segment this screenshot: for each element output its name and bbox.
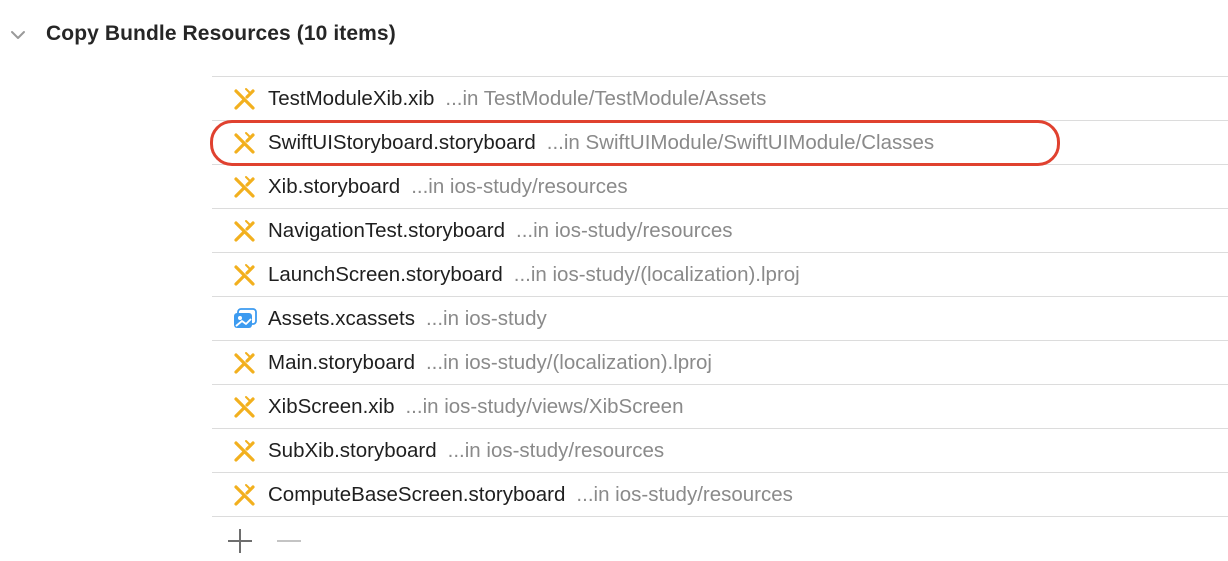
file-text: NavigationTest.storyboard ...in ios-study…	[268, 209, 733, 252]
file-name: Assets.xcassets	[268, 306, 415, 330]
file-path: ...in ios-study/(localization).lproj	[425, 350, 712, 374]
file-path: ...in TestModule/TestModule/Assets	[445, 86, 767, 110]
file-text: SubXib.storyboard ...in ios-study/resourc…	[268, 429, 664, 472]
file-text: Xib.storyboard ...in ios-study/resources	[268, 165, 628, 208]
interface-builder-icon	[232, 483, 258, 507]
file-name: NavigationTest.storyboard	[268, 218, 506, 242]
file-row[interactable]: ComputeBaseScreen.storyboard ...in ios-st…	[212, 473, 1228, 517]
file-name: SwiftUIStoryboard.storyboard	[268, 130, 536, 154]
file-text: XibScreen.xib ...in ios-study/views/XibSc…	[268, 385, 684, 428]
asset-catalog-icon	[232, 307, 258, 331]
file-text: Assets.xcassets ...in ios-study	[268, 297, 547, 340]
file-path: ...in ios-study/(localization).lproj	[513, 262, 800, 286]
file-row[interactable]: Xib.storyboard ...in ios-study/resources	[212, 165, 1228, 209]
interface-builder-icon	[232, 87, 258, 111]
interface-builder-icon	[232, 263, 258, 287]
file-text: TestModuleXib.xib ...in TestModule/TestMo…	[268, 77, 766, 120]
file-row[interactable]: SubXib.storyboard ...in ios-study/resourc…	[212, 429, 1228, 473]
file-name: LaunchScreen.storyboard	[268, 262, 503, 286]
file-name: TestModuleXib.xib	[268, 86, 435, 110]
footer-controls	[222, 526, 322, 556]
file-path: ...in ios-study/resources	[516, 218, 733, 242]
file-text: ComputeBaseScreen.storyboard ...in ios-st…	[268, 473, 793, 516]
interface-builder-icon	[232, 351, 258, 375]
file-row[interactable]: NavigationTest.storyboard ...in ios-study…	[212, 209, 1228, 253]
interface-builder-icon	[232, 395, 258, 419]
file-name: ComputeBaseScreen.storyboard	[268, 482, 566, 506]
file-text: LaunchScreen.storyboard ...in ios-study/(…	[268, 253, 800, 296]
chevron-down-icon[interactable]	[9, 26, 27, 44]
file-row[interactable]: LaunchScreen.storyboard ...in ios-study/(…	[212, 253, 1228, 297]
interface-builder-icon	[232, 131, 258, 155]
file-path: ...in ios-study/resources	[447, 438, 665, 462]
file-name: Xib.storyboard	[268, 174, 401, 198]
file-row[interactable]: Assets.xcassets ...in ios-study	[212, 297, 1228, 341]
interface-builder-icon	[232, 175, 258, 199]
file-name: Main.storyboard	[268, 350, 415, 374]
file-row[interactable]: SwiftUIStoryboard.storyboard ...in SwiftU…	[212, 121, 1228, 165]
file-row[interactable]: TestModuleXib.xib ...in TestModule/TestMo…	[212, 77, 1228, 121]
interface-builder-icon	[232, 439, 258, 463]
file-name: SubXib.storyboard	[268, 438, 437, 462]
file-text: SwiftUIStoryboard.storyboard ...in SwiftU…	[268, 121, 934, 164]
file-row[interactable]: Main.storyboard ...in ios-study/(localiza…	[212, 341, 1228, 385]
file-list: TestModuleXib.xib ...in TestModule/TestMo…	[212, 76, 1228, 517]
minus-icon[interactable]	[274, 526, 304, 556]
file-path: ...in ios-study/resources	[576, 482, 793, 506]
file-path: ...in SwiftUIModule/SwiftUIModule/Classe…	[546, 130, 935, 154]
file-path: ...in ios-study/resources	[411, 174, 628, 198]
file-path: ...in ios-study/views/XibScreen	[405, 394, 684, 418]
file-path: ...in ios-study	[425, 306, 547, 330]
interface-builder-icon	[232, 219, 258, 243]
file-name: XibScreen.xib	[268, 394, 395, 418]
section-title: Copy Bundle Resources (10 items)	[46, 22, 396, 45]
plus-icon[interactable]	[225, 526, 255, 556]
file-row[interactable]: XibScreen.xib ...in ios-study/views/XibSc…	[212, 385, 1228, 429]
file-text: Main.storyboard ...in ios-study/(localiza…	[268, 341, 712, 384]
